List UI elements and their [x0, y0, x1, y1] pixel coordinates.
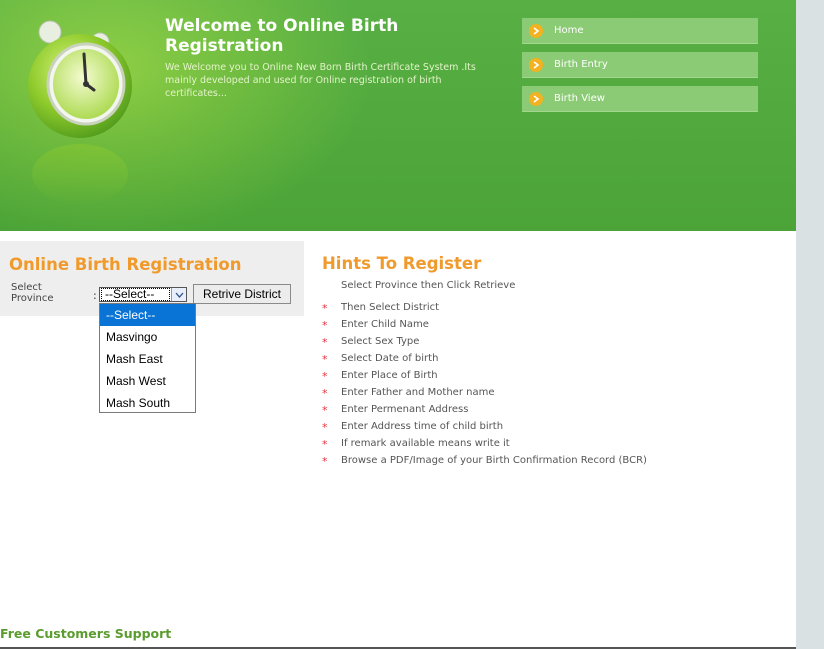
required-star: * [322, 387, 328, 400]
nav-item-label: Birth Entry [554, 59, 608, 70]
province-select[interactable]: --Select-- [99, 287, 187, 302]
arrow-bullet-icon [529, 91, 543, 106]
site-description: We Welcome you to Online New Born Birth … [165, 62, 476, 99]
province-select-value: --Select-- [101, 288, 170, 301]
hint-item: * Browse a PDF/Image of your Birth Confi… [322, 453, 742, 470]
hint-text: Select Province then Click Retrieve [341, 280, 516, 291]
customer-support-link[interactable]: Free Customers Support [0, 626, 171, 641]
hint-item: * If remark available means write it [322, 436, 742, 453]
top-nav: Home Birth Entry Birth View [522, 18, 758, 120]
hint-text: Select Sex Type [341, 336, 420, 347]
hint-item: * Enter Address time of child birth [322, 419, 742, 436]
nav-item-label: Home [554, 25, 584, 36]
hint-text: Enter Father and Mother name [341, 387, 495, 398]
hint-item: * Select Sex Type [322, 334, 742, 351]
required-star: * [322, 319, 328, 332]
hint-item: * Enter Permenant Address [322, 402, 742, 419]
arrow-bullet-icon [529, 57, 543, 72]
required-star: * [322, 302, 328, 315]
required-star: * [322, 353, 328, 366]
province-option[interactable]: Mash West [100, 370, 195, 392]
hint-item: * Enter Father and Mother name [322, 385, 742, 402]
hint-item: Select Province then Click Retrieve [322, 280, 742, 300]
province-option[interactable]: Mash East [100, 348, 195, 370]
province-option[interactable]: --Select-- [100, 304, 195, 326]
province-option[interactable]: Masvingo [100, 326, 195, 348]
required-star: * [322, 336, 328, 349]
hint-item: * Enter Child Name [322, 317, 742, 334]
hint-text: Enter Place of Birth [341, 370, 438, 381]
right-side-strip [796, 0, 824, 649]
nav-item-home[interactable]: Home [522, 18, 758, 44]
required-star: * [322, 455, 328, 468]
hint-item: * Then Select District [322, 300, 742, 317]
hint-text: Select Date of birth [341, 353, 439, 364]
alarm-clock-logo-icon [28, 20, 132, 204]
hint-text: Enter Permenant Address [341, 404, 469, 415]
required-star: * [322, 438, 328, 451]
nav-item-birth-view[interactable]: Birth View [522, 86, 758, 112]
hint-text: Enter Address time of child birth [341, 421, 504, 432]
label-colon: : [93, 289, 97, 302]
province-dropdown-list: --Select-- Masvingo Mash East Mash West … [99, 303, 196, 413]
hints-list: Select Province then Click Retrieve * Th… [322, 280, 742, 470]
chevron-down-icon[interactable] [171, 288, 186, 301]
hints-title: Hints To Register [322, 254, 482, 273]
hint-item: * Enter Place of Birth [322, 368, 742, 385]
form-title: Online Birth Registration [9, 255, 242, 274]
site-title: Welcome to Online Birth Registration [165, 16, 399, 56]
header-banner: Welcome to Online Birth Registration We … [0, 0, 796, 231]
province-label: Select Province [11, 282, 54, 304]
hint-text: Enter Child Name [341, 319, 429, 330]
required-star: * [322, 421, 328, 434]
retrieve-district-button[interactable]: Retrive District [193, 284, 291, 304]
hint-text: Browse a PDF/Image of your Birth Confirm… [341, 455, 647, 466]
province-option[interactable]: Mash South [100, 392, 195, 414]
hint-item: * Select Date of birth [322, 351, 742, 368]
nav-item-label: Birth View [554, 93, 605, 104]
hint-text: If remark available means write it [341, 438, 510, 449]
required-star: * [322, 404, 328, 417]
arrow-bullet-icon [529, 23, 543, 38]
hint-text: Then Select District [341, 302, 440, 313]
required-star: * [322, 370, 328, 383]
nav-item-birth-entry[interactable]: Birth Entry [522, 52, 758, 78]
